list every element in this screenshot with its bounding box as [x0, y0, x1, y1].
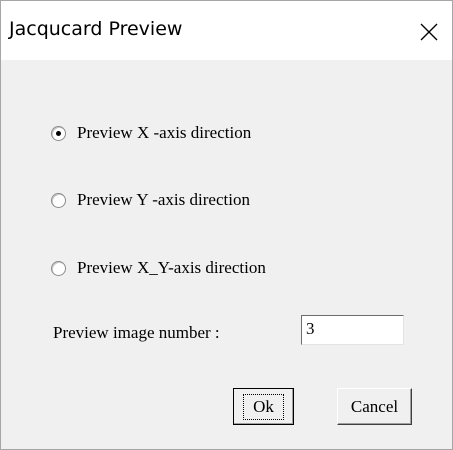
ok-button-label: Ok	[243, 393, 284, 420]
title-bar[interactable]: Jacqucard Preview	[1, 1, 452, 60]
radio-option-y-axis[interactable]: Preview Y -axis direction	[51, 190, 250, 210]
radio-button-y-axis[interactable]	[51, 192, 66, 208]
jacquard-preview-dialog: Jacqucard Preview Preview X -axis direct…	[0, 0, 453, 450]
radio-option-xy-axis[interactable]: Preview X_Y-axis direction	[51, 258, 266, 278]
cancel-button[interactable]: Cancel	[337, 388, 412, 425]
close-button[interactable]	[406, 9, 452, 55]
ok-button[interactable]: Ok	[233, 388, 294, 425]
radio-label-x-axis: Preview X -axis direction	[77, 123, 252, 142]
image-number-input[interactable]: 3	[301, 315, 404, 345]
radio-label-y-axis: Preview Y -axis direction	[77, 190, 250, 209]
radio-button-xy-axis[interactable]	[51, 260, 66, 276]
radio-button-x-axis[interactable]	[51, 125, 66, 141]
close-icon	[420, 23, 438, 41]
dialog-title: Jacqucard Preview	[9, 18, 183, 40]
radio-option-x-axis[interactable]: Preview X -axis direction	[51, 123, 251, 143]
radio-label-xy-axis: Preview X_Y-axis direction	[77, 258, 266, 277]
dialog-body: Preview X -axis direction Preview Y -axi…	[1, 60, 452, 449]
image-number-label: Preview image number :	[53, 323, 220, 342]
